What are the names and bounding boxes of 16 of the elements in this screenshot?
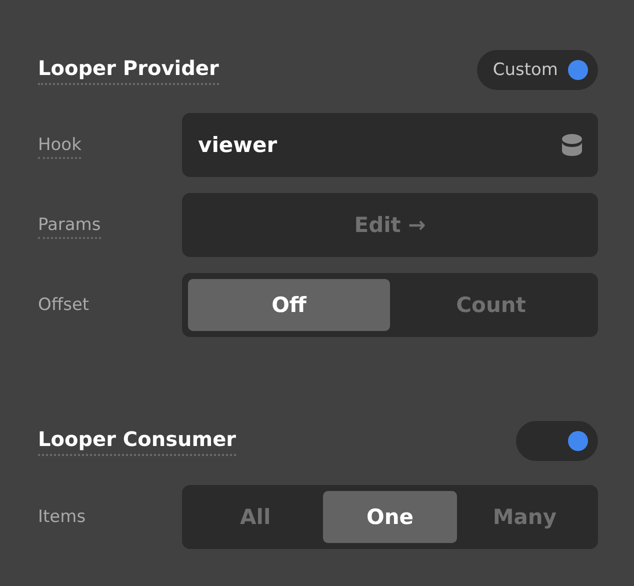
toggle-switch[interactable]	[516, 421, 598, 461]
segment-option[interactable]: Off	[188, 279, 390, 331]
field-label: Hook	[38, 135, 82, 159]
field-label: Params	[38, 215, 101, 239]
field-label: Offset	[38, 295, 90, 317]
field-value: viewer	[198, 133, 278, 157]
section-title: Looper Consumer	[38, 426, 236, 456]
toggle-knob	[568, 60, 588, 80]
database-icon	[562, 134, 582, 156]
segment-option[interactable]: One	[322, 491, 458, 543]
section-title: Looper Provider	[38, 56, 219, 84]
toggle-label: Custom	[492, 60, 558, 80]
toggle-knob	[568, 431, 588, 451]
field-label: Items	[38, 507, 86, 529]
toggle-switch[interactable]: Custom	[476, 50, 598, 90]
hook-field[interactable]: viewer	[182, 113, 598, 177]
